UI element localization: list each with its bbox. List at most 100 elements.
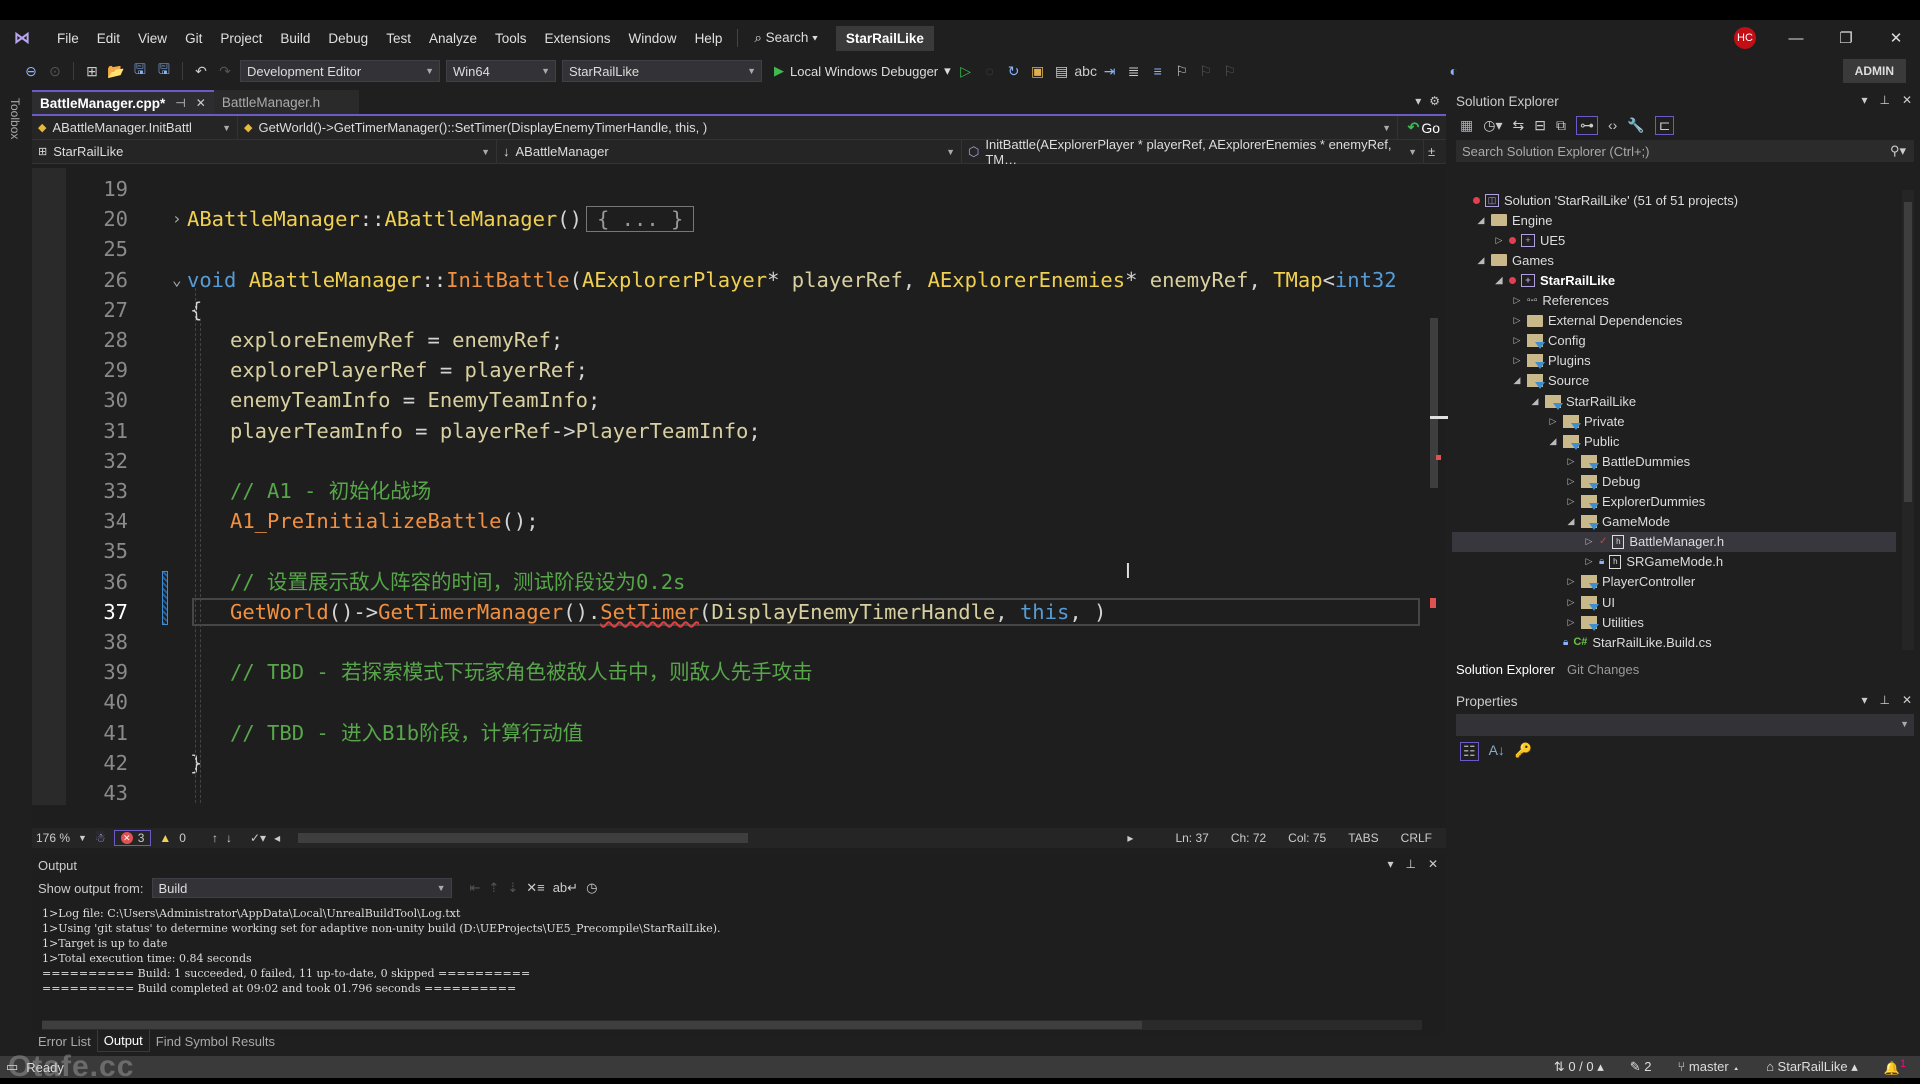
tree-item[interactable]: ▷ Plugins — [1512, 351, 1591, 371]
scope-combo[interactable]: ◆ ABattleManager.InitBattl ▼ — [32, 116, 238, 139]
collapse-all-icon[interactable]: ⊟ — [1534, 117, 1546, 134]
tree-item[interactable]: ▷ ExplorerDummies — [1566, 492, 1705, 512]
pin-icon[interactable]: ⊥ — [1405, 857, 1415, 871]
window-position-dropdown-icon[interactable]: ▾ — [1861, 93, 1867, 107]
previous-message-icon[interactable]: ⇡ — [488, 880, 499, 896]
menu-analyze[interactable]: Analyze — [420, 31, 486, 46]
save-icon[interactable]: 🖫 — [131, 61, 149, 80]
sync-indicator[interactable]: ⇅ 0 / 0 ▴ — [1554, 1059, 1604, 1075]
collapse-region-icon[interactable]: ⌄ — [172, 265, 182, 295]
expand-arrow-icon[interactable]: ▷ — [1584, 556, 1594, 567]
tree-item[interactable]: ◢ GameMode — [1566, 512, 1670, 532]
tree-item[interactable]: ▷ External Dependencies — [1512, 311, 1683, 331]
expand-arrow-icon[interactable]: ▷ — [1566, 576, 1576, 587]
window-layout-icon[interactable]: ▤ — [1053, 62, 1071, 80]
collapsed-region-button[interactable]: { ... } — [585, 206, 695, 233]
tree-item[interactable]: ▷ UI — [1566, 592, 1615, 612]
menu-edit[interactable]: Edit — [88, 31, 129, 46]
collapse-arrow-icon[interactable]: ◢ — [1548, 436, 1558, 447]
scrollbar-thumb[interactable] — [42, 1021, 1142, 1029]
timestamp-icon[interactable]: ◷ — [586, 880, 597, 896]
menu-view[interactable]: View — [129, 31, 176, 46]
pin-icon[interactable]: ⊥ — [1879, 93, 1889, 107]
next-message-icon[interactable]: ⇣ — [507, 880, 518, 896]
expand-arrow-icon[interactable]: ▷ — [1566, 476, 1576, 487]
code-line[interactable]: 38 — [32, 627, 1428, 657]
indent-mode-indicator[interactable]: TABS — [1348, 831, 1378, 845]
project-combo[interactable]: ⊞ StarRailLike ▼ — [32, 140, 497, 163]
editor-vertical-scrollbar[interactable] — [1428, 168, 1448, 805]
code-line[interactable]: 27{ — [32, 295, 1428, 325]
tab-solution-explorer[interactable]: Solution Explorer — [1450, 658, 1561, 680]
tree-item[interactable]: ▷ BattleDummies — [1566, 451, 1690, 471]
collapse-arrow-icon[interactable]: ◢ — [1476, 255, 1486, 266]
tab-battlemanager-cpp[interactable]: BattleManager.cpp* ⊣ ✕ — [32, 90, 214, 114]
notifications-button[interactable]: 🔔1 — [1884, 1058, 1906, 1076]
code-line[interactable]: 43 — [32, 778, 1428, 805]
tree-item[interactable]: ◢ Games — [1476, 250, 1554, 270]
expand-arrow-icon[interactable]: ▷ — [1512, 315, 1522, 326]
line-number-indicator[interactable]: Ln: 37 — [1175, 831, 1208, 845]
show-all-files-icon[interactable]: ⧉ — [1556, 117, 1566, 134]
tree-item[interactable]: ◢ Source — [1512, 371, 1589, 391]
property-pages-icon[interactable]: 🔑 — [1515, 742, 1532, 761]
restore-icon[interactable]: ❐ — [1836, 29, 1856, 47]
configuration-combo[interactable]: Development Editor ▼ — [240, 60, 440, 82]
close-icon[interactable]: ✕ — [1886, 29, 1906, 47]
bookmark-icon[interactable]: ⚐ — [1173, 62, 1191, 80]
preview-selected-icon[interactable]: ⊏ — [1654, 115, 1675, 135]
line-ending-indicator[interactable]: CRLF — [1401, 831, 1432, 845]
settings-gear-icon[interactable]: ⚙ — [1429, 94, 1440, 108]
live-share-icon[interactable]: ◐ — [1445, 62, 1463, 80]
solution-explorer-search[interactable]: Search Solution Explorer (Ctrl+;) ⚲▾ — [1456, 140, 1914, 162]
attach-icon[interactable]: ◌ — [981, 62, 999, 80]
tree-item[interactable]: ◢ + StarRailLike — [1494, 270, 1616, 290]
spell-check-icon[interactable]: abc — [1074, 62, 1097, 80]
solution-name-badge[interactable]: StarRailLike — [835, 25, 934, 51]
tab-error-list[interactable]: Error List — [32, 1030, 97, 1052]
code-line[interactable]: 28 exploreEnemyRef = enemyRef; — [32, 325, 1428, 355]
code-cleanup-icon[interactable]: ✓▾ — [250, 831, 266, 845]
branch-indicator[interactable]: ⑂ master ▴ — [1678, 1059, 1741, 1074]
copilot-icon[interactable]: ☃ — [95, 831, 106, 845]
open-file-icon[interactable]: 📂 — [107, 62, 125, 80]
expand-arrow-icon[interactable]: ▷ — [1584, 536, 1594, 547]
tab-list-dropdown-icon[interactable]: ▾ — [1415, 94, 1421, 108]
tree-item[interactable]: ▷ Utilities — [1566, 612, 1644, 632]
scroll-right-icon[interactable]: ▸ — [1127, 831, 1133, 845]
start-debugging-button[interactable]: ▶ Local Windows Debugger ▾ — [774, 63, 951, 79]
window-position-dropdown-icon[interactable]: ▾ — [1387, 857, 1393, 871]
tab-find-symbol-results[interactable]: Find Symbol Results — [150, 1030, 281, 1052]
output-text[interactable]: 1>Log file: C:\Users\Administrator\AppDa… — [42, 906, 721, 996]
expand-arrow-icon[interactable]: ▷ — [1494, 235, 1504, 246]
filter-icon[interactable]: ⊶ — [1575, 115, 1598, 135]
warnings-count[interactable]: 0 — [179, 831, 186, 845]
close-tab-icon[interactable]: ✕ — [196, 96, 206, 110]
code-line[interactable]: 19 — [32, 174, 1428, 204]
search-button[interactable]: ⌕ Search ▾ — [744, 30, 828, 46]
open-folder-icon[interactable]: ▣ — [1029, 62, 1047, 80]
clear-all-icon[interactable]: ✕≡ — [526, 880, 544, 896]
code-line[interactable]: 26 ⌄ void ABattleManager::InitBattle(AExpl… — [32, 265, 1428, 295]
expand-arrow-icon[interactable]: ▷ — [1566, 456, 1576, 467]
properties-wrench-icon[interactable]: 🔧 — [1627, 117, 1644, 134]
menu-build[interactable]: Build — [271, 31, 319, 46]
comment-icon[interactable]: ≣ — [1125, 62, 1143, 80]
indent-icon[interactable]: ⇥ — [1101, 62, 1119, 80]
menu-window[interactable]: Window — [620, 31, 686, 46]
expand-arrow-icon[interactable]: ▷ — [1512, 355, 1522, 366]
expand-arrow-icon[interactable]: ▷ — [1566, 617, 1576, 628]
scrollbar-thumb[interactable] — [1904, 202, 1912, 502]
menu-debug[interactable]: Debug — [319, 31, 377, 46]
expand-region-icon[interactable]: › — [172, 204, 182, 234]
new-project-icon[interactable]: ⊞ — [83, 62, 101, 80]
switch-views-icon[interactable]: ▦ — [1460, 117, 1473, 134]
menu-help[interactable]: Help — [686, 31, 732, 46]
code-line[interactable]: 32 — [32, 446, 1428, 476]
tree-item[interactable]: ▷ Private — [1548, 411, 1624, 431]
code-line[interactable]: 39 // TBD - 若探索模式下玩家角色被敌人击中，则敌人先手攻击 — [32, 657, 1428, 687]
zoom-level[interactable]: 176 % — [36, 831, 70, 845]
code-line[interactable]: 41 // TBD - 进入B1b阶段，计算行动值 — [32, 718, 1428, 748]
scrollbar-thumb[interactable] — [1430, 318, 1438, 488]
save-all-icon[interactable]: 🖫 — [155, 61, 173, 80]
